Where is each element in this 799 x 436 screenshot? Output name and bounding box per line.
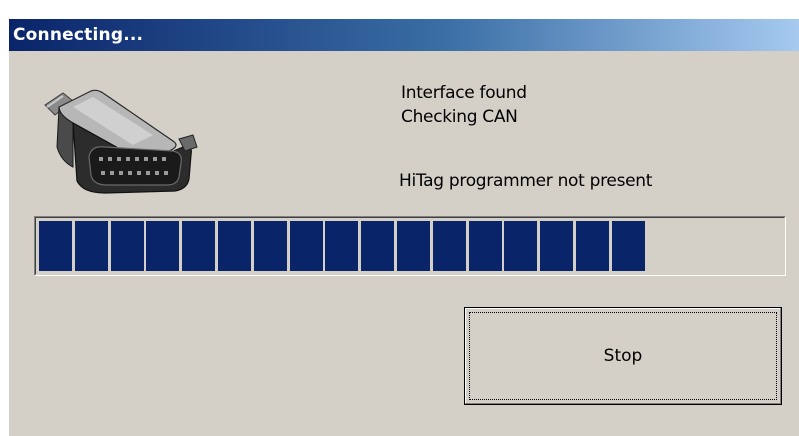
- progress-block: [397, 221, 430, 271]
- progress-block: [253, 221, 287, 271]
- progress-block: [611, 221, 645, 271]
- status-checking-can: Checking CAN: [401, 107, 518, 127]
- progress-block: [325, 221, 359, 271]
- progress-block: [432, 221, 466, 271]
- progress-block: [74, 221, 108, 271]
- progress-block: [540, 221, 574, 271]
- progress-block: [218, 221, 251, 271]
- title-bar[interactable]: Connecting...: [9, 19, 799, 51]
- obd2-connector-icon: [44, 89, 198, 194]
- progress-block: [361, 221, 395, 271]
- progress-block: [289, 221, 323, 271]
- status-interface-found: Interface found: [401, 83, 527, 103]
- progress-block: [468, 221, 502, 271]
- connecting-dialog: Connecting... Interface found Checking C…: [8, 18, 799, 436]
- progress-block: [146, 221, 180, 271]
- status-hitag-programmer: HiTag programmer not present: [399, 171, 653, 191]
- progress-track: [39, 221, 781, 271]
- progress-block: [576, 221, 609, 271]
- window-title: Connecting...: [13, 25, 144, 45]
- progress-block: [39, 221, 72, 271]
- stop-button-label: Stop: [603, 346, 643, 366]
- progress-bar: [34, 216, 786, 276]
- stop-button[interactable]: Stop: [464, 307, 782, 405]
- progress-block: [504, 221, 538, 271]
- progress-block: [182, 221, 216, 271]
- progress-block: [110, 221, 144, 271]
